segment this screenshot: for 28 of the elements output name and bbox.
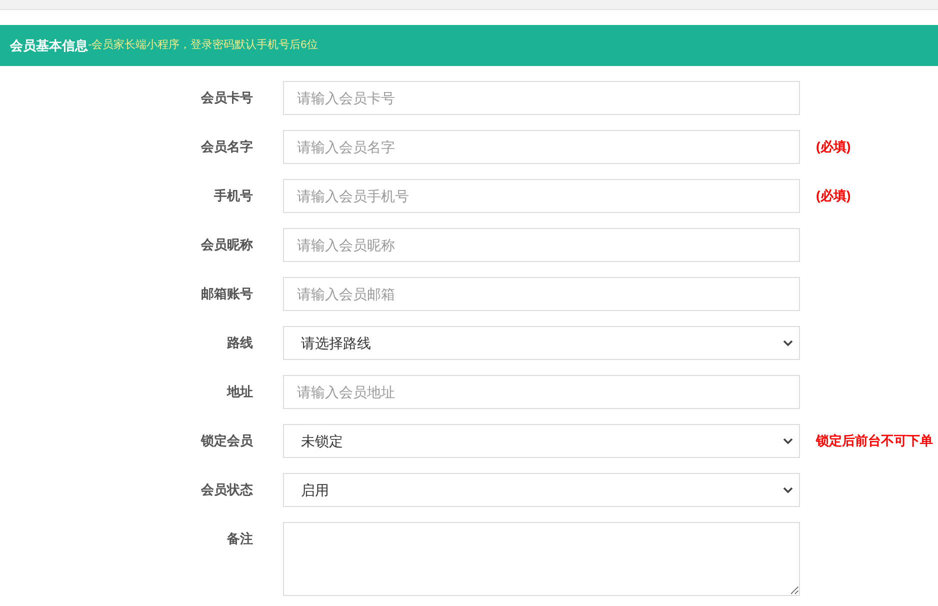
chevron-down-icon xyxy=(783,438,793,444)
field-note: 锁定后前台不可下单 xyxy=(816,432,933,450)
input-field[interactable]: 请输入会员名字 xyxy=(283,130,800,164)
chevron-down-icon xyxy=(783,486,793,494)
field-label: 会员昵称 xyxy=(200,236,253,254)
select-field[interactable]: 请选择路线 xyxy=(283,326,800,360)
input-field[interactable]: 请输入会员昵称 xyxy=(283,228,800,262)
field-label: 会员名字 xyxy=(200,138,253,156)
input-field[interactable]: 请输入会员邮箱 xyxy=(283,277,800,311)
field-label: 锁定会员 xyxy=(200,432,253,450)
field-label: 会员卡号 xyxy=(200,89,253,107)
field-label: 邮箱账号 xyxy=(200,285,253,303)
field-note: (必填) xyxy=(816,138,851,156)
input-field[interactable]: 请输入会员手机号 xyxy=(283,179,800,213)
input-field[interactable]: 请输入会员地址 xyxy=(283,375,800,409)
section-title: 会员基本信息 xyxy=(10,36,88,55)
input-field[interactable]: 请输入会员卡号 xyxy=(283,81,800,115)
field-label: 会员状态 xyxy=(200,481,253,499)
section-hint: -会员家长端小程序，登录密码默认手机号后6位 xyxy=(88,38,318,54)
field-label: 路线 xyxy=(226,334,253,352)
field-label: 手机号 xyxy=(213,187,253,205)
field-label: 备注 xyxy=(226,530,253,548)
text-area[interactable] xyxy=(283,522,800,596)
select-field[interactable]: 启用 xyxy=(283,473,800,507)
select-field[interactable]: 未锁定 xyxy=(283,424,800,458)
field-note: (必填) xyxy=(816,187,851,205)
chevron-down-icon xyxy=(783,340,793,346)
field-label: 地址 xyxy=(226,383,253,401)
